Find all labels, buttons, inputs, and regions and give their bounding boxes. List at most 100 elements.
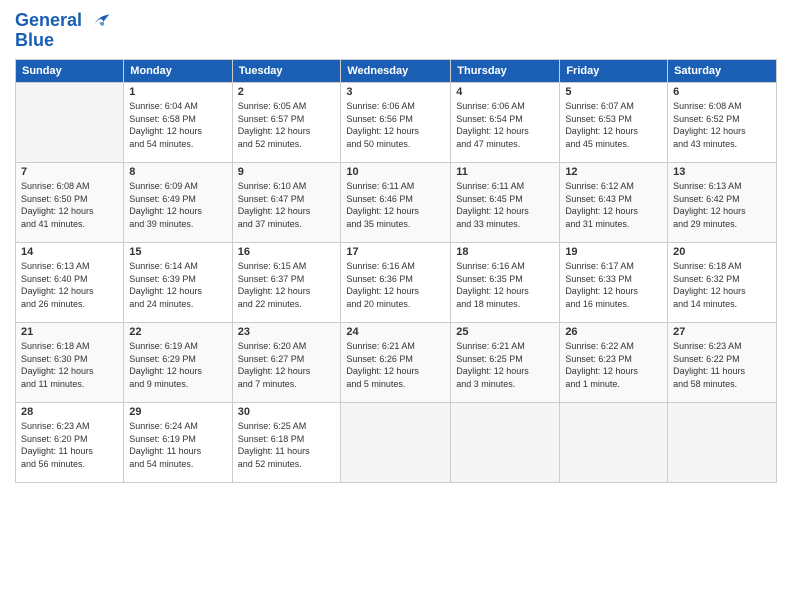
day-info: Sunrise: 6:08 AM Sunset: 6:50 PM Dayligh… — [21, 180, 118, 230]
day-number: 21 — [21, 326, 118, 338]
day-number: 12 — [565, 166, 662, 178]
day-info: Sunrise: 6:09 AM Sunset: 6:49 PM Dayligh… — [129, 180, 226, 230]
calendar-cell: 14 Sunrise: 6:13 AM Sunset: 6:40 PM Dayli… — [16, 242, 124, 322]
calendar-cell: 21Sunrise: 6:18 AM Sunset: 6:30 PM Dayli… — [16, 322, 124, 402]
day-number: 7 — [21, 166, 118, 178]
calendar-cell: 7 Sunrise: 6:08 AM Sunset: 6:50 PM Daylig… — [16, 162, 124, 242]
day-info: Sunrise: 6:11 AM Sunset: 6:46 PM Dayligh… — [346, 180, 445, 230]
day-info: Sunrise: 6:13 AM Sunset: 6:42 PM Dayligh… — [673, 180, 771, 230]
day-number: 29 — [129, 406, 226, 418]
calendar-cell: 5 Sunrise: 6:07 AM Sunset: 6:53 PM Daylig… — [560, 82, 668, 162]
col-header-wednesday: Wednesday — [341, 59, 451, 82]
logo-bird-icon — [89, 10, 111, 32]
calendar-cell: 15 Sunrise: 6:14 AM Sunset: 6:39 PM Dayli… — [124, 242, 232, 322]
day-number: 13 — [673, 166, 771, 178]
day-info: Sunrise: 6:16 AM Sunset: 6:35 PM Dayligh… — [456, 260, 554, 310]
day-info: Sunrise: 6:12 AM Sunset: 6:43 PM Dayligh… — [565, 180, 662, 230]
day-info: Sunrise: 6:22 AM Sunset: 6:23 PM Dayligh… — [565, 340, 662, 390]
day-info: Sunrise: 6:15 AM Sunset: 6:37 PM Dayligh… — [238, 260, 336, 310]
calendar-cell: 28 Sunrise: 6:23 AM Sunset: 6:20 PM Dayli… — [16, 402, 124, 482]
day-info: Sunrise: 6:05 AM Sunset: 6:57 PM Dayligh… — [238, 100, 336, 150]
day-number: 19 — [565, 246, 662, 258]
day-number: 25 — [456, 326, 554, 338]
calendar-cell: 12 Sunrise: 6:12 AM Sunset: 6:43 PM Dayli… — [560, 162, 668, 242]
day-number: 27 — [673, 326, 771, 338]
calendar-cell — [668, 402, 777, 482]
logo-text-general: General — [15, 10, 82, 30]
calendar-cell: 27 Sunrise: 6:23 AM Sunset: 6:22 PM Dayli… — [668, 322, 777, 402]
calendar-cell: 22 Sunrise: 6:19 AM Sunset: 6:29 PM Dayli… — [124, 322, 232, 402]
day-info: Sunrise: 6:08 AM Sunset: 6:52 PM Dayligh… — [673, 100, 771, 150]
day-number: 14 — [21, 246, 118, 258]
day-info: Sunrise: 6:13 AM Sunset: 6:40 PM Dayligh… — [21, 260, 118, 310]
day-number: 23 — [238, 326, 336, 338]
calendar-cell: 17 Sunrise: 6:16 AM Sunset: 6:36 PM Dayli… — [341, 242, 451, 322]
day-number: 20 — [673, 246, 771, 258]
day-number: 6 — [673, 86, 771, 98]
calendar-cell: 30Sunrise: 6:25 AM Sunset: 6:18 PM Dayli… — [232, 402, 341, 482]
calendar-cell: 16 Sunrise: 6:15 AM Sunset: 6:37 PM Dayli… — [232, 242, 341, 322]
calendar-cell: 10 Sunrise: 6:11 AM Sunset: 6:46 PM Dayli… — [341, 162, 451, 242]
day-number: 4 — [456, 86, 554, 98]
day-number: 24 — [346, 326, 445, 338]
day-info: Sunrise: 6:16 AM Sunset: 6:36 PM Dayligh… — [346, 260, 445, 310]
day-number: 2 — [238, 86, 336, 98]
day-info: Sunrise: 6:10 AM Sunset: 6:47 PM Dayligh… — [238, 180, 336, 230]
col-header-friday: Friday — [560, 59, 668, 82]
calendar-cell: 8Sunrise: 6:09 AM Sunset: 6:49 PM Daylig… — [124, 162, 232, 242]
calendar-cell — [16, 82, 124, 162]
day-info: Sunrise: 6:17 AM Sunset: 6:33 PM Dayligh… — [565, 260, 662, 310]
calendar-week-row: 7 Sunrise: 6:08 AM Sunset: 6:50 PM Daylig… — [16, 162, 777, 242]
day-number: 17 — [346, 246, 445, 258]
day-info: Sunrise: 6:06 AM Sunset: 6:54 PM Dayligh… — [456, 100, 554, 150]
calendar-week-row: 1Sunrise: 6:04 AM Sunset: 6:58 PM Daylig… — [16, 82, 777, 162]
day-info: Sunrise: 6:23 AM Sunset: 6:22 PM Dayligh… — [673, 340, 771, 390]
calendar-cell: 4 Sunrise: 6:06 AM Sunset: 6:54 PM Daylig… — [451, 82, 560, 162]
logo: General Blue — [15, 10, 111, 51]
calendar-cell — [341, 402, 451, 482]
col-header-monday: Monday — [124, 59, 232, 82]
day-number: 10 — [346, 166, 445, 178]
logo-text-blue: Blue — [15, 30, 111, 51]
calendar-week-row: 21Sunrise: 6:18 AM Sunset: 6:30 PM Dayli… — [16, 322, 777, 402]
day-number: 28 — [21, 406, 118, 418]
day-number: 15 — [129, 246, 226, 258]
calendar-cell: 9 Sunrise: 6:10 AM Sunset: 6:47 PM Daylig… — [232, 162, 341, 242]
calendar-cell: 13 Sunrise: 6:13 AM Sunset: 6:42 PM Dayli… — [668, 162, 777, 242]
calendar-cell: 6 Sunrise: 6:08 AM Sunset: 6:52 PM Daylig… — [668, 82, 777, 162]
calendar-cell: 1Sunrise: 6:04 AM Sunset: 6:58 PM Daylig… — [124, 82, 232, 162]
day-info: Sunrise: 6:24 AM Sunset: 6:19 PM Dayligh… — [129, 420, 226, 470]
day-number: 26 — [565, 326, 662, 338]
day-number: 22 — [129, 326, 226, 338]
calendar-header-row: SundayMondayTuesdayWednesdayThursdayFrid… — [16, 59, 777, 82]
day-info: Sunrise: 6:21 AM Sunset: 6:26 PM Dayligh… — [346, 340, 445, 390]
day-info: Sunrise: 6:18 AM Sunset: 6:32 PM Dayligh… — [673, 260, 771, 310]
day-info: Sunrise: 6:23 AM Sunset: 6:20 PM Dayligh… — [21, 420, 118, 470]
day-number: 11 — [456, 166, 554, 178]
calendar-cell: 18 Sunrise: 6:16 AM Sunset: 6:35 PM Dayli… — [451, 242, 560, 322]
day-info: Sunrise: 6:07 AM Sunset: 6:53 PM Dayligh… — [565, 100, 662, 150]
day-number: 9 — [238, 166, 336, 178]
calendar-cell: 24 Sunrise: 6:21 AM Sunset: 6:26 PM Dayli… — [341, 322, 451, 402]
day-info: Sunrise: 6:20 AM Sunset: 6:27 PM Dayligh… — [238, 340, 336, 390]
day-info: Sunrise: 6:19 AM Sunset: 6:29 PM Dayligh… — [129, 340, 226, 390]
day-info: Sunrise: 6:25 AM Sunset: 6:18 PM Dayligh… — [238, 420, 336, 470]
day-info: Sunrise: 6:21 AM Sunset: 6:25 PM Dayligh… — [456, 340, 554, 390]
col-header-thursday: Thursday — [451, 59, 560, 82]
day-info: Sunrise: 6:14 AM Sunset: 6:39 PM Dayligh… — [129, 260, 226, 310]
col-header-sunday: Sunday — [16, 59, 124, 82]
day-number: 16 — [238, 246, 336, 258]
calendar-cell: 2 Sunrise: 6:05 AM Sunset: 6:57 PM Daylig… — [232, 82, 341, 162]
day-info: Sunrise: 6:11 AM Sunset: 6:45 PM Dayligh… — [456, 180, 554, 230]
day-number: 18 — [456, 246, 554, 258]
page-header: General Blue — [15, 10, 777, 51]
calendar-table: SundayMondayTuesdayWednesdayThursdayFrid… — [15, 59, 777, 483]
day-number: 3 — [346, 86, 445, 98]
calendar-cell: 29 Sunrise: 6:24 AM Sunset: 6:19 PM Dayli… — [124, 402, 232, 482]
calendar-cell: 20 Sunrise: 6:18 AM Sunset: 6:32 PM Dayli… — [668, 242, 777, 322]
col-header-saturday: Saturday — [668, 59, 777, 82]
calendar-cell — [560, 402, 668, 482]
calendar-cell — [451, 402, 560, 482]
day-number: 5 — [565, 86, 662, 98]
calendar-cell: 19 Sunrise: 6:17 AM Sunset: 6:33 PM Dayli… — [560, 242, 668, 322]
